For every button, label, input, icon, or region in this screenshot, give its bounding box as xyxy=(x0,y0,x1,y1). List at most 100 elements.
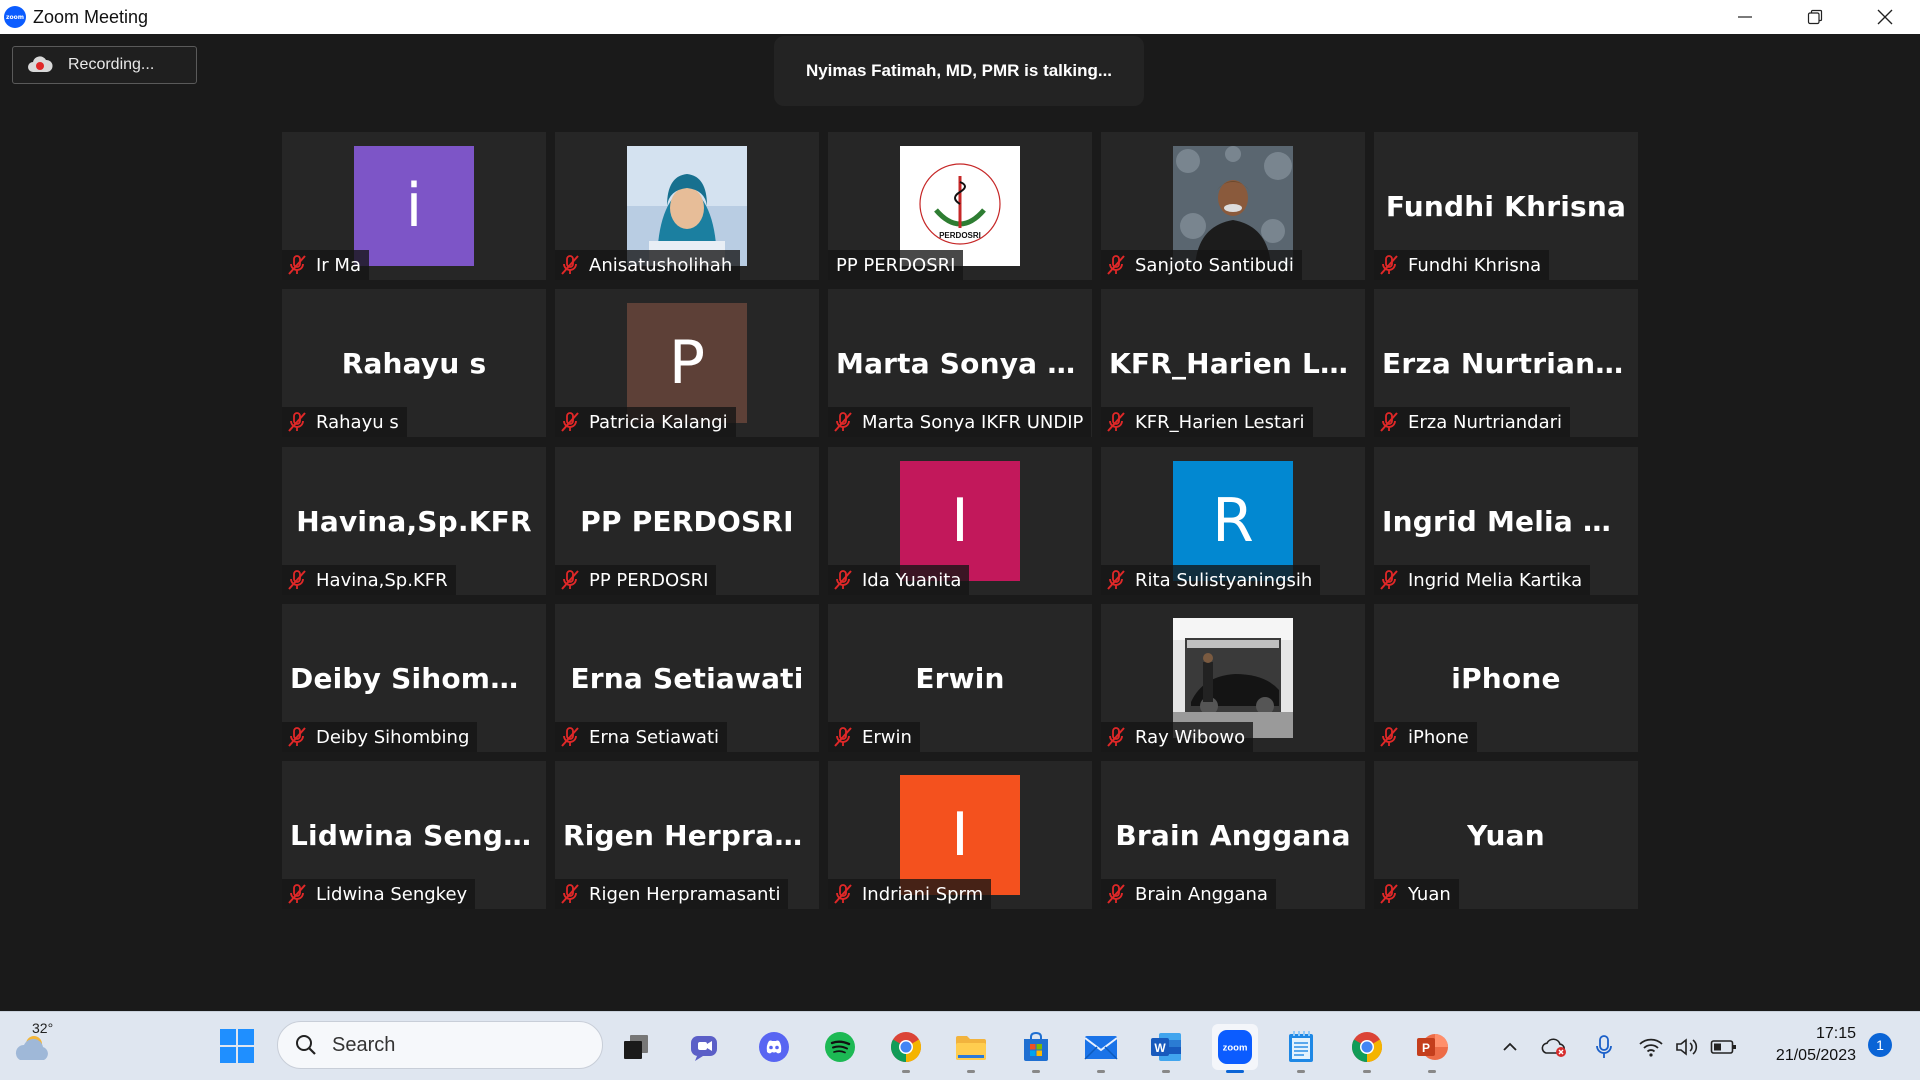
participant-tile[interactable]: Deiby Sihombing Deiby Sihombing xyxy=(282,604,546,752)
taskbar-app-notepad[interactable] xyxy=(1278,1024,1324,1073)
participant-avatar: I xyxy=(900,461,1020,581)
muted-mic-icon xyxy=(561,412,579,432)
participant-name: iPhone xyxy=(1408,726,1469,748)
participant-tile[interactable]: Ingrid Melia Ka... Ingrid Melia Kartika xyxy=(1374,447,1638,595)
display-name-text: Erwin xyxy=(915,661,1005,695)
participant-tile[interactable]: Erna Setiawati Erna Setiawati xyxy=(555,604,819,752)
chat-icon xyxy=(689,1032,721,1062)
participant-tile[interactable]: Marta Sonya IK... Marta Sonya IKFR UNDIP xyxy=(828,289,1092,437)
taskbar-app-discord[interactable] xyxy=(751,1024,797,1070)
participant-name: Ray Wibowo xyxy=(1135,726,1246,748)
muted-mic-icon xyxy=(1380,884,1398,904)
participant-name-label: Patricia Kalangi xyxy=(555,407,736,437)
show-hidden-icons-button[interactable] xyxy=(1495,1032,1525,1062)
display-name-text: Rigen Herpram... xyxy=(563,818,811,852)
man-photo xyxy=(1173,146,1293,266)
wifi-tray[interactable] xyxy=(1636,1032,1666,1062)
participant-name: Havina,Sp.KFR xyxy=(316,569,448,591)
notification-badge[interactable]: 1 xyxy=(1868,1033,1892,1057)
participant-name-label: Erna Setiawati xyxy=(555,722,728,752)
display-name-text: Marta Sonya IK... xyxy=(836,346,1084,380)
avatar-letter: I xyxy=(951,800,969,870)
display-name-text: Rahayu s xyxy=(341,346,487,380)
muted-mic-icon xyxy=(834,884,852,904)
chrome-icon xyxy=(1350,1030,1384,1064)
onedrive-tray[interactable] xyxy=(1540,1032,1570,1062)
participant-name-label: Havina,Sp.KFR xyxy=(282,565,456,595)
minimize-icon xyxy=(1738,16,1752,18)
participant-tile[interactable]: Erza Nurtriandari Erza Nurtriandari xyxy=(1374,289,1638,437)
participant-name: Ir Ma xyxy=(316,254,361,276)
taskbar-app-file-explorer[interactable] xyxy=(948,1024,994,1073)
participant-name-label: Erza Nurtriandari xyxy=(1374,407,1571,437)
participant-name-label: KFR_Harien Lestari xyxy=(1101,407,1313,437)
taskbar-app-chrome-profile[interactable] xyxy=(1344,1024,1390,1073)
participant-tile[interactable]: R Rita Sulistyaningsih xyxy=(1101,447,1365,595)
taskbar-search[interactable]: Search xyxy=(277,1021,603,1069)
recording-indicator[interactable]: Recording... xyxy=(12,46,197,84)
participant-tile[interactable]: Brain Anggana Brain Anggana xyxy=(1101,761,1365,909)
participant-tile[interactable]: i Ir Ma xyxy=(282,132,546,280)
participant-tile[interactable]: Lidwina Sengkey Lidwina Sengkey xyxy=(282,761,546,909)
taskbar-app-mail[interactable] xyxy=(1078,1024,1124,1073)
restore-button[interactable] xyxy=(1780,0,1850,34)
battery-tray[interactable] xyxy=(1709,1032,1739,1062)
system-clock[interactable]: 17:15 21/05/2023 xyxy=(1746,1023,1856,1067)
taskbar-app-chrome[interactable] xyxy=(883,1024,929,1073)
participant-tile[interactable]: iPhone iPhone xyxy=(1374,604,1638,752)
muted-mic-icon xyxy=(561,255,579,275)
car-photo xyxy=(1173,618,1293,738)
taskbar-app-zoom[interactable]: zoom xyxy=(1212,1024,1258,1073)
muted-mic-icon xyxy=(288,255,306,275)
muted-mic-icon xyxy=(1380,255,1398,275)
participant-name: Marta Sonya IKFR UNDIP xyxy=(862,411,1084,433)
participant-tile[interactable]: Ray Wibowo xyxy=(1101,604,1365,752)
restore-icon xyxy=(1807,9,1823,25)
participant-name-label: Ir Ma xyxy=(282,250,369,280)
meeting-area: Recording... Nyimas Fatimah, MD, PMR is … xyxy=(0,34,1920,1011)
taskbar-app-microsoft-store[interactable] xyxy=(1013,1024,1059,1073)
participant-tile[interactable]: P Patricia Kalangi xyxy=(555,289,819,437)
participant-tile[interactable]: Erwin Erwin xyxy=(828,604,1092,752)
participant-tile[interactable]: Sanjoto Santibudi xyxy=(1101,132,1365,280)
svg-text:P: P xyxy=(1422,1041,1430,1055)
wifi-icon xyxy=(1639,1038,1663,1057)
participant-tile[interactable]: Rahayu s Rahayu s xyxy=(282,289,546,437)
display-name-text: Lidwina Sengkey xyxy=(290,818,538,852)
participant-name: Sanjoto Santibudi xyxy=(1135,254,1294,276)
participant-tile[interactable]: KFR_Harien Les... KFR_Harien Lestari xyxy=(1101,289,1365,437)
minimize-button[interactable] xyxy=(1710,0,1780,34)
participant-name: Erza Nurtriandari xyxy=(1408,411,1563,433)
participant-tile[interactable]: Fundhi Khrisna Fundhi Khrisna xyxy=(1374,132,1638,280)
muted-mic-icon xyxy=(834,727,852,747)
participant-tile[interactable]: I Ida Yuanita xyxy=(828,447,1092,595)
volume-tray[interactable] xyxy=(1672,1032,1702,1062)
participant-tile[interactable]: PP PERDOSRI PP PERDOSRI xyxy=(555,447,819,595)
participant-tile[interactable]: PERDOSRI PP PERDOSRI xyxy=(828,132,1092,280)
search-icon xyxy=(296,1035,316,1055)
search-placeholder: Search xyxy=(332,1033,396,1056)
participant-tile[interactable]: Rigen Herpram... Rigen Herpramasanti xyxy=(555,761,819,909)
microphone-tray[interactable] xyxy=(1589,1032,1619,1062)
close-button[interactable] xyxy=(1850,0,1920,34)
taskbar-app-task-view[interactable] xyxy=(613,1024,659,1070)
participant-tile[interactable]: Havina,Sp.KFR Havina,Sp.KFR xyxy=(282,447,546,595)
muted-mic-icon xyxy=(1107,884,1125,904)
taskbar-app-powerpoint[interactable]: P xyxy=(1409,1024,1455,1073)
avatar-letter: I xyxy=(951,486,969,556)
participant-tile[interactable]: Yuan Yuan xyxy=(1374,761,1638,909)
participant-name: Rita Sulistyaningsih xyxy=(1135,569,1313,591)
display-name-text: Fundhi Khrisna xyxy=(1385,189,1627,223)
taskbar-app-chat[interactable] xyxy=(682,1024,728,1070)
start-button[interactable] xyxy=(219,1028,255,1064)
muted-mic-icon xyxy=(1107,570,1125,590)
participant-name-label: Brain Anggana xyxy=(1101,879,1276,909)
participant-tile[interactable]: I Indriani Sprm xyxy=(828,761,1092,909)
participant-name-label: Fundhi Khrisna xyxy=(1374,250,1550,280)
clock-date: 21/05/2023 xyxy=(1775,1047,1856,1064)
participant-tile[interactable]: Anisatusholihah xyxy=(555,132,819,280)
participant-name-label: Marta Sonya IKFR UNDIP xyxy=(828,407,1092,437)
taskbar-app-spotify[interactable] xyxy=(817,1024,863,1070)
task-view-icon xyxy=(621,1032,651,1062)
taskbar-app-word[interactable]: W xyxy=(1143,1024,1189,1073)
